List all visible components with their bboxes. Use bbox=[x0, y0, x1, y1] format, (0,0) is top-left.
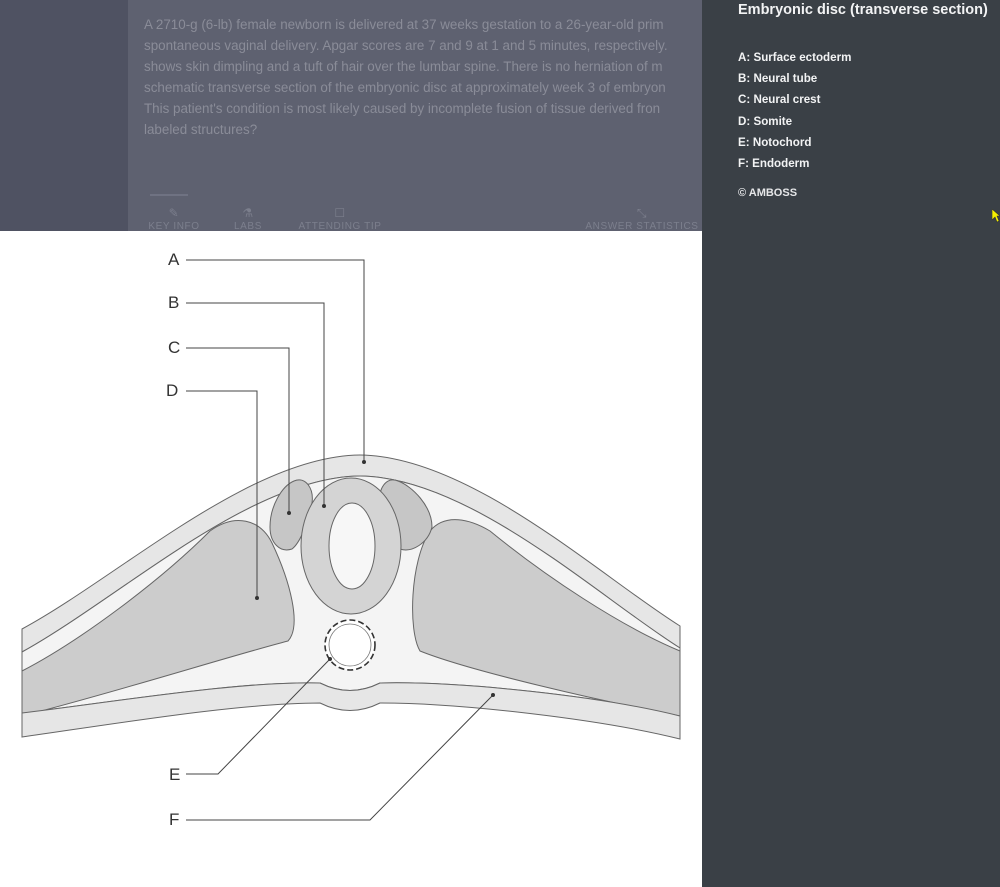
label-c: C bbox=[168, 338, 180, 357]
label-e: E bbox=[169, 765, 180, 784]
labs-label: LABS bbox=[234, 221, 262, 231]
background-left-gutter bbox=[0, 0, 128, 231]
answer-statistics-button[interactable]: ⤡ ANSWER STATISTICS bbox=[580, 207, 702, 231]
legend-item: F: Endoderm bbox=[738, 156, 810, 170]
pointer-dot-d bbox=[255, 596, 259, 600]
stats-icon: ⤡ bbox=[636, 206, 648, 220]
neural-canal bbox=[328, 502, 376, 590]
pointer-dot-a bbox=[362, 460, 366, 464]
embryonic-disc-diagram: A B C D E F bbox=[21, 250, 681, 829]
labs-button[interactable]: ⚗ LABS bbox=[228, 207, 268, 231]
notochord-inner bbox=[328, 623, 372, 667]
question-line: spontaneous vaginal delivery. Apgar scor… bbox=[144, 38, 668, 53]
legend-panel: Embryonic disc (transverse section) A: S… bbox=[702, 0, 1000, 887]
chat-icon: ☐ bbox=[334, 206, 346, 220]
question-text: A 2710-g (6-lb) female newborn is delive… bbox=[144, 14, 702, 140]
label-f: F bbox=[169, 810, 179, 829]
attending-tip-button[interactable]: ☐ ATTENDING TIP bbox=[290, 207, 390, 231]
legend-item: B: Neural tube bbox=[738, 72, 818, 86]
question-toolbar: ✎ KEY INFO ⚗ LABS ☐ ATTENDING TIP ⤡ ANSW… bbox=[144, 207, 702, 231]
legend-item: D: Somite bbox=[738, 114, 793, 128]
legend-item: E: Notochord bbox=[738, 135, 812, 149]
question-line: labeled structures? bbox=[144, 122, 258, 137]
legend-list: A: Surface ectoderm B: Neural tube C: Ne… bbox=[738, 51, 851, 178]
question-line: shows skin dimpling and a tuft of hair o… bbox=[144, 59, 663, 74]
pointer-dot-b bbox=[322, 504, 326, 508]
pointer-dot-e bbox=[328, 657, 332, 661]
leader-line-f bbox=[186, 694, 494, 821]
flask-icon: ⚗ bbox=[242, 206, 254, 220]
legend-item: A: Surface ectoderm bbox=[738, 51, 852, 64]
pointer-dot-f bbox=[491, 693, 495, 697]
pointer-dot-c bbox=[287, 511, 291, 515]
attending-tip-label: ATTENDING TIP bbox=[298, 221, 382, 231]
mouse-cursor-icon bbox=[992, 209, 1000, 223]
label-a: A bbox=[168, 250, 180, 269]
key-info-button[interactable]: ✎ KEY INFO bbox=[144, 207, 204, 231]
answer-statistics-label: ANSWER STATISTICS bbox=[585, 221, 699, 231]
question-line: This patient's condition is most likely … bbox=[144, 101, 661, 116]
label-b: B bbox=[168, 293, 179, 312]
label-d: D bbox=[166, 381, 178, 400]
panel-title: Embryonic disc (transverse section) bbox=[738, 2, 988, 18]
figure-thumbnail[interactable] bbox=[150, 172, 188, 196]
question-line: A 2710-g (6-lb) female newborn is delive… bbox=[144, 17, 664, 32]
question-line: schematic transverse section of the embr… bbox=[144, 80, 666, 95]
pencil-icon: ✎ bbox=[168, 206, 180, 220]
leader-line-a bbox=[186, 259, 365, 462]
legend-item: C: Neural crest bbox=[738, 93, 821, 107]
embryonic-disc-figure: A B C D E F bbox=[0, 231, 702, 887]
copyright-text: © AMBOSS bbox=[738, 187, 798, 199]
background-page: A 2710-g (6-lb) female newborn is delive… bbox=[0, 0, 702, 231]
key-info-label: KEY INFO bbox=[148, 221, 200, 231]
